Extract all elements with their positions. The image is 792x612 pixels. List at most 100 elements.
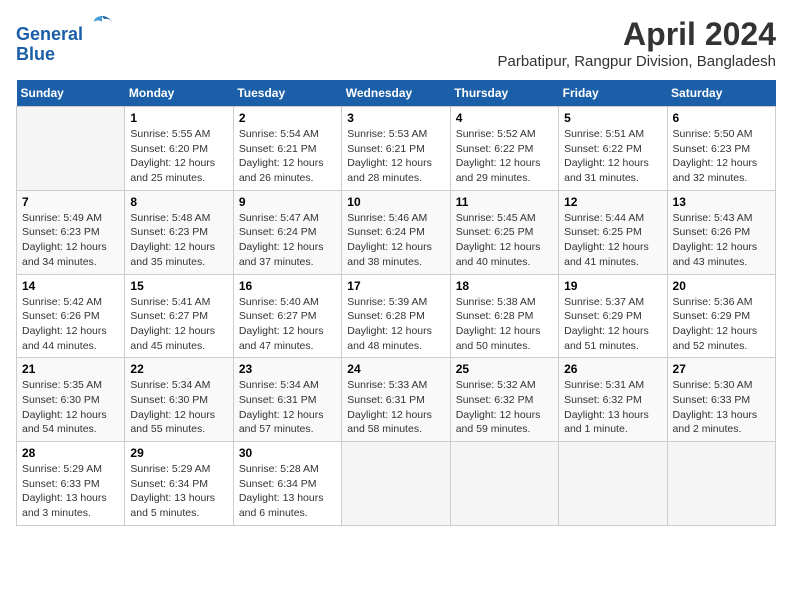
day-number: 25 bbox=[456, 362, 553, 376]
day-info: Sunrise: 5:34 AMSunset: 6:30 PMDaylight:… bbox=[130, 378, 227, 437]
day-number: 20 bbox=[673, 279, 770, 293]
day-info: Sunrise: 5:50 AMSunset: 6:23 PMDaylight:… bbox=[673, 127, 770, 186]
calendar-cell bbox=[667, 442, 775, 526]
day-number: 24 bbox=[347, 362, 444, 376]
calendar-cell: 28 Sunrise: 5:29 AMSunset: 6:33 PMDayligh… bbox=[17, 442, 125, 526]
day-info: Sunrise: 5:29 AMSunset: 6:33 PMDaylight:… bbox=[22, 462, 119, 521]
day-number: 19 bbox=[564, 279, 661, 293]
day-info: Sunrise: 5:47 AMSunset: 6:24 PMDaylight:… bbox=[239, 211, 336, 270]
calendar-cell: 23 Sunrise: 5:34 AMSunset: 6:31 PMDayligh… bbox=[233, 358, 341, 442]
day-info: Sunrise: 5:53 AMSunset: 6:21 PMDaylight:… bbox=[347, 127, 444, 186]
calendar-cell: 9 Sunrise: 5:47 AMSunset: 6:24 PMDaylight… bbox=[233, 190, 341, 274]
weekday-header-sunday: Sunday bbox=[17, 80, 125, 107]
title-area: April 2024 Parbatipur, Rangpur Division,… bbox=[497, 16, 776, 70]
calendar-cell: 21 Sunrise: 5:35 AMSunset: 6:30 PMDayligh… bbox=[17, 358, 125, 442]
day-number: 29 bbox=[130, 446, 227, 460]
day-number: 10 bbox=[347, 195, 444, 209]
day-info: Sunrise: 5:54 AMSunset: 6:21 PMDaylight:… bbox=[239, 127, 336, 186]
day-number: 17 bbox=[347, 279, 444, 293]
calendar-cell: 17 Sunrise: 5:39 AMSunset: 6:28 PMDayligh… bbox=[342, 274, 450, 358]
day-number: 28 bbox=[22, 446, 119, 460]
day-number: 16 bbox=[239, 279, 336, 293]
calendar-cell: 13Sunrise: 5:43 AMSunset: 6:26 PMDayligh… bbox=[667, 190, 775, 274]
calendar-cell: 16 Sunrise: 5:40 AMSunset: 6:27 PMDayligh… bbox=[233, 274, 341, 358]
calendar-cell: 3 Sunrise: 5:53 AMSunset: 6:21 PMDaylight… bbox=[342, 107, 450, 191]
calendar-cell: 19 Sunrise: 5:37 AMSunset: 6:29 PMDayligh… bbox=[559, 274, 667, 358]
calendar-header-row: SundayMondayTuesdayWednesdayThursdayFrid… bbox=[17, 80, 776, 107]
day-info: Sunrise: 5:42 AMSunset: 6:26 PMDaylight:… bbox=[22, 295, 119, 354]
day-number: 30 bbox=[239, 446, 336, 460]
day-info: Sunrise: 5:33 AMSunset: 6:31 PMDaylight:… bbox=[347, 378, 444, 437]
calendar-cell: 1 Sunrise: 5:55 AMSunset: 6:20 PMDaylight… bbox=[125, 107, 233, 191]
calendar-week-row: 14 Sunrise: 5:42 AMSunset: 6:26 PMDayligh… bbox=[17, 274, 776, 358]
calendar-cell: 26 Sunrise: 5:31 AMSunset: 6:32 PMDayligh… bbox=[559, 358, 667, 442]
day-number: 18 bbox=[456, 279, 553, 293]
calendar-week-row: 7Sunrise: 5:49 AMSunset: 6:23 PMDaylight… bbox=[17, 190, 776, 274]
weekday-header-tuesday: Tuesday bbox=[233, 80, 341, 107]
calendar-cell: 24 Sunrise: 5:33 AMSunset: 6:31 PMDayligh… bbox=[342, 358, 450, 442]
day-info: Sunrise: 5:46 AMSunset: 6:24 PMDaylight:… bbox=[347, 211, 444, 270]
calendar-cell: 20Sunrise: 5:36 AMSunset: 6:29 PMDayligh… bbox=[667, 274, 775, 358]
day-info: Sunrise: 5:41 AMSunset: 6:27 PMDaylight:… bbox=[130, 295, 227, 354]
day-info: Sunrise: 5:39 AMSunset: 6:28 PMDaylight:… bbox=[347, 295, 444, 354]
day-number: 13 bbox=[673, 195, 770, 209]
calendar-cell: 7Sunrise: 5:49 AMSunset: 6:23 PMDaylight… bbox=[17, 190, 125, 274]
day-number: 14 bbox=[22, 279, 119, 293]
calendar-cell bbox=[450, 442, 558, 526]
day-info: Sunrise: 5:37 AMSunset: 6:29 PMDaylight:… bbox=[564, 295, 661, 354]
day-info: Sunrise: 5:34 AMSunset: 6:31 PMDaylight:… bbox=[239, 378, 336, 437]
calendar-cell: 8 Sunrise: 5:48 AMSunset: 6:23 PMDaylight… bbox=[125, 190, 233, 274]
calendar-cell: 22Sunrise: 5:34 AMSunset: 6:30 PMDayligh… bbox=[125, 358, 233, 442]
calendar-cell: 18 Sunrise: 5:38 AMSunset: 6:28 PMDayligh… bbox=[450, 274, 558, 358]
weekday-header-friday: Friday bbox=[559, 80, 667, 107]
page-subtitle: Parbatipur, Rangpur Division, Bangladesh bbox=[497, 53, 776, 70]
calendar-cell bbox=[17, 107, 125, 191]
calendar-cell: 5Sunrise: 5:51 AMSunset: 6:22 PMDaylight… bbox=[559, 107, 667, 191]
calendar-cell bbox=[342, 442, 450, 526]
day-info: Sunrise: 5:31 AMSunset: 6:32 PMDaylight:… bbox=[564, 378, 661, 437]
day-info: Sunrise: 5:40 AMSunset: 6:27 PMDaylight:… bbox=[239, 295, 336, 354]
day-info: Sunrise: 5:35 AMSunset: 6:30 PMDaylight:… bbox=[22, 378, 119, 437]
day-number: 3 bbox=[347, 111, 444, 125]
calendar-cell: 12Sunrise: 5:44 AMSunset: 6:25 PMDayligh… bbox=[559, 190, 667, 274]
calendar-week-row: 28 Sunrise: 5:29 AMSunset: 6:33 PMDayligh… bbox=[17, 442, 776, 526]
calendar-week-row: 1 Sunrise: 5:55 AMSunset: 6:20 PMDaylight… bbox=[17, 107, 776, 191]
day-number: 7 bbox=[22, 195, 119, 209]
logo-line2: Blue bbox=[16, 44, 55, 64]
day-number: 15 bbox=[130, 279, 227, 293]
weekday-header-monday: Monday bbox=[125, 80, 233, 107]
day-number: 8 bbox=[130, 195, 227, 209]
day-number: 1 bbox=[130, 111, 227, 125]
calendar-cell: 4 Sunrise: 5:52 AMSunset: 6:22 PMDaylight… bbox=[450, 107, 558, 191]
calendar-cell: 14 Sunrise: 5:42 AMSunset: 6:26 PMDayligh… bbox=[17, 274, 125, 358]
calendar-cell bbox=[559, 442, 667, 526]
day-info: Sunrise: 5:48 AMSunset: 6:23 PMDaylight:… bbox=[130, 211, 227, 270]
day-number: 5 bbox=[564, 111, 661, 125]
day-info: Sunrise: 5:52 AMSunset: 6:22 PMDaylight:… bbox=[456, 127, 553, 186]
weekday-header-saturday: Saturday bbox=[667, 80, 775, 107]
calendar-week-row: 21 Sunrise: 5:35 AMSunset: 6:30 PMDayligh… bbox=[17, 358, 776, 442]
weekday-header-wednesday: Wednesday bbox=[342, 80, 450, 107]
day-number: 21 bbox=[22, 362, 119, 376]
calendar-cell: 10 Sunrise: 5:46 AMSunset: 6:24 PMDayligh… bbox=[342, 190, 450, 274]
logo-line1: General bbox=[16, 24, 83, 44]
calendar-cell: 2Sunrise: 5:54 AMSunset: 6:21 PMDaylight… bbox=[233, 107, 341, 191]
day-number: 27 bbox=[673, 362, 770, 376]
day-info: Sunrise: 5:38 AMSunset: 6:28 PMDaylight:… bbox=[456, 295, 553, 354]
weekday-header-thursday: Thursday bbox=[450, 80, 558, 107]
day-number: 4 bbox=[456, 111, 553, 125]
logo: General Blue bbox=[16, 16, 114, 65]
day-info: Sunrise: 5:29 AMSunset: 6:34 PMDaylight:… bbox=[130, 462, 227, 521]
day-info: Sunrise: 5:28 AMSunset: 6:34 PMDaylight:… bbox=[239, 462, 336, 521]
calendar-cell: 27Sunrise: 5:30 AMSunset: 6:33 PMDayligh… bbox=[667, 358, 775, 442]
calendar-cell: 15 Sunrise: 5:41 AMSunset: 6:27 PMDayligh… bbox=[125, 274, 233, 358]
calendar-table: SundayMondayTuesdayWednesdayThursdayFrid… bbox=[16, 80, 776, 526]
header: General Blue April 2024 Parbatipur, Rang… bbox=[16, 16, 776, 70]
day-info: Sunrise: 5:45 AMSunset: 6:25 PMDaylight:… bbox=[456, 211, 553, 270]
calendar-cell: 29 Sunrise: 5:29 AMSunset: 6:34 PMDayligh… bbox=[125, 442, 233, 526]
day-info: Sunrise: 5:55 AMSunset: 6:20 PMDaylight:… bbox=[130, 127, 227, 186]
day-number: 26 bbox=[564, 362, 661, 376]
day-number: 9 bbox=[239, 195, 336, 209]
day-number: 23 bbox=[239, 362, 336, 376]
calendar-cell: 25Sunrise: 5:32 AMSunset: 6:32 PMDayligh… bbox=[450, 358, 558, 442]
